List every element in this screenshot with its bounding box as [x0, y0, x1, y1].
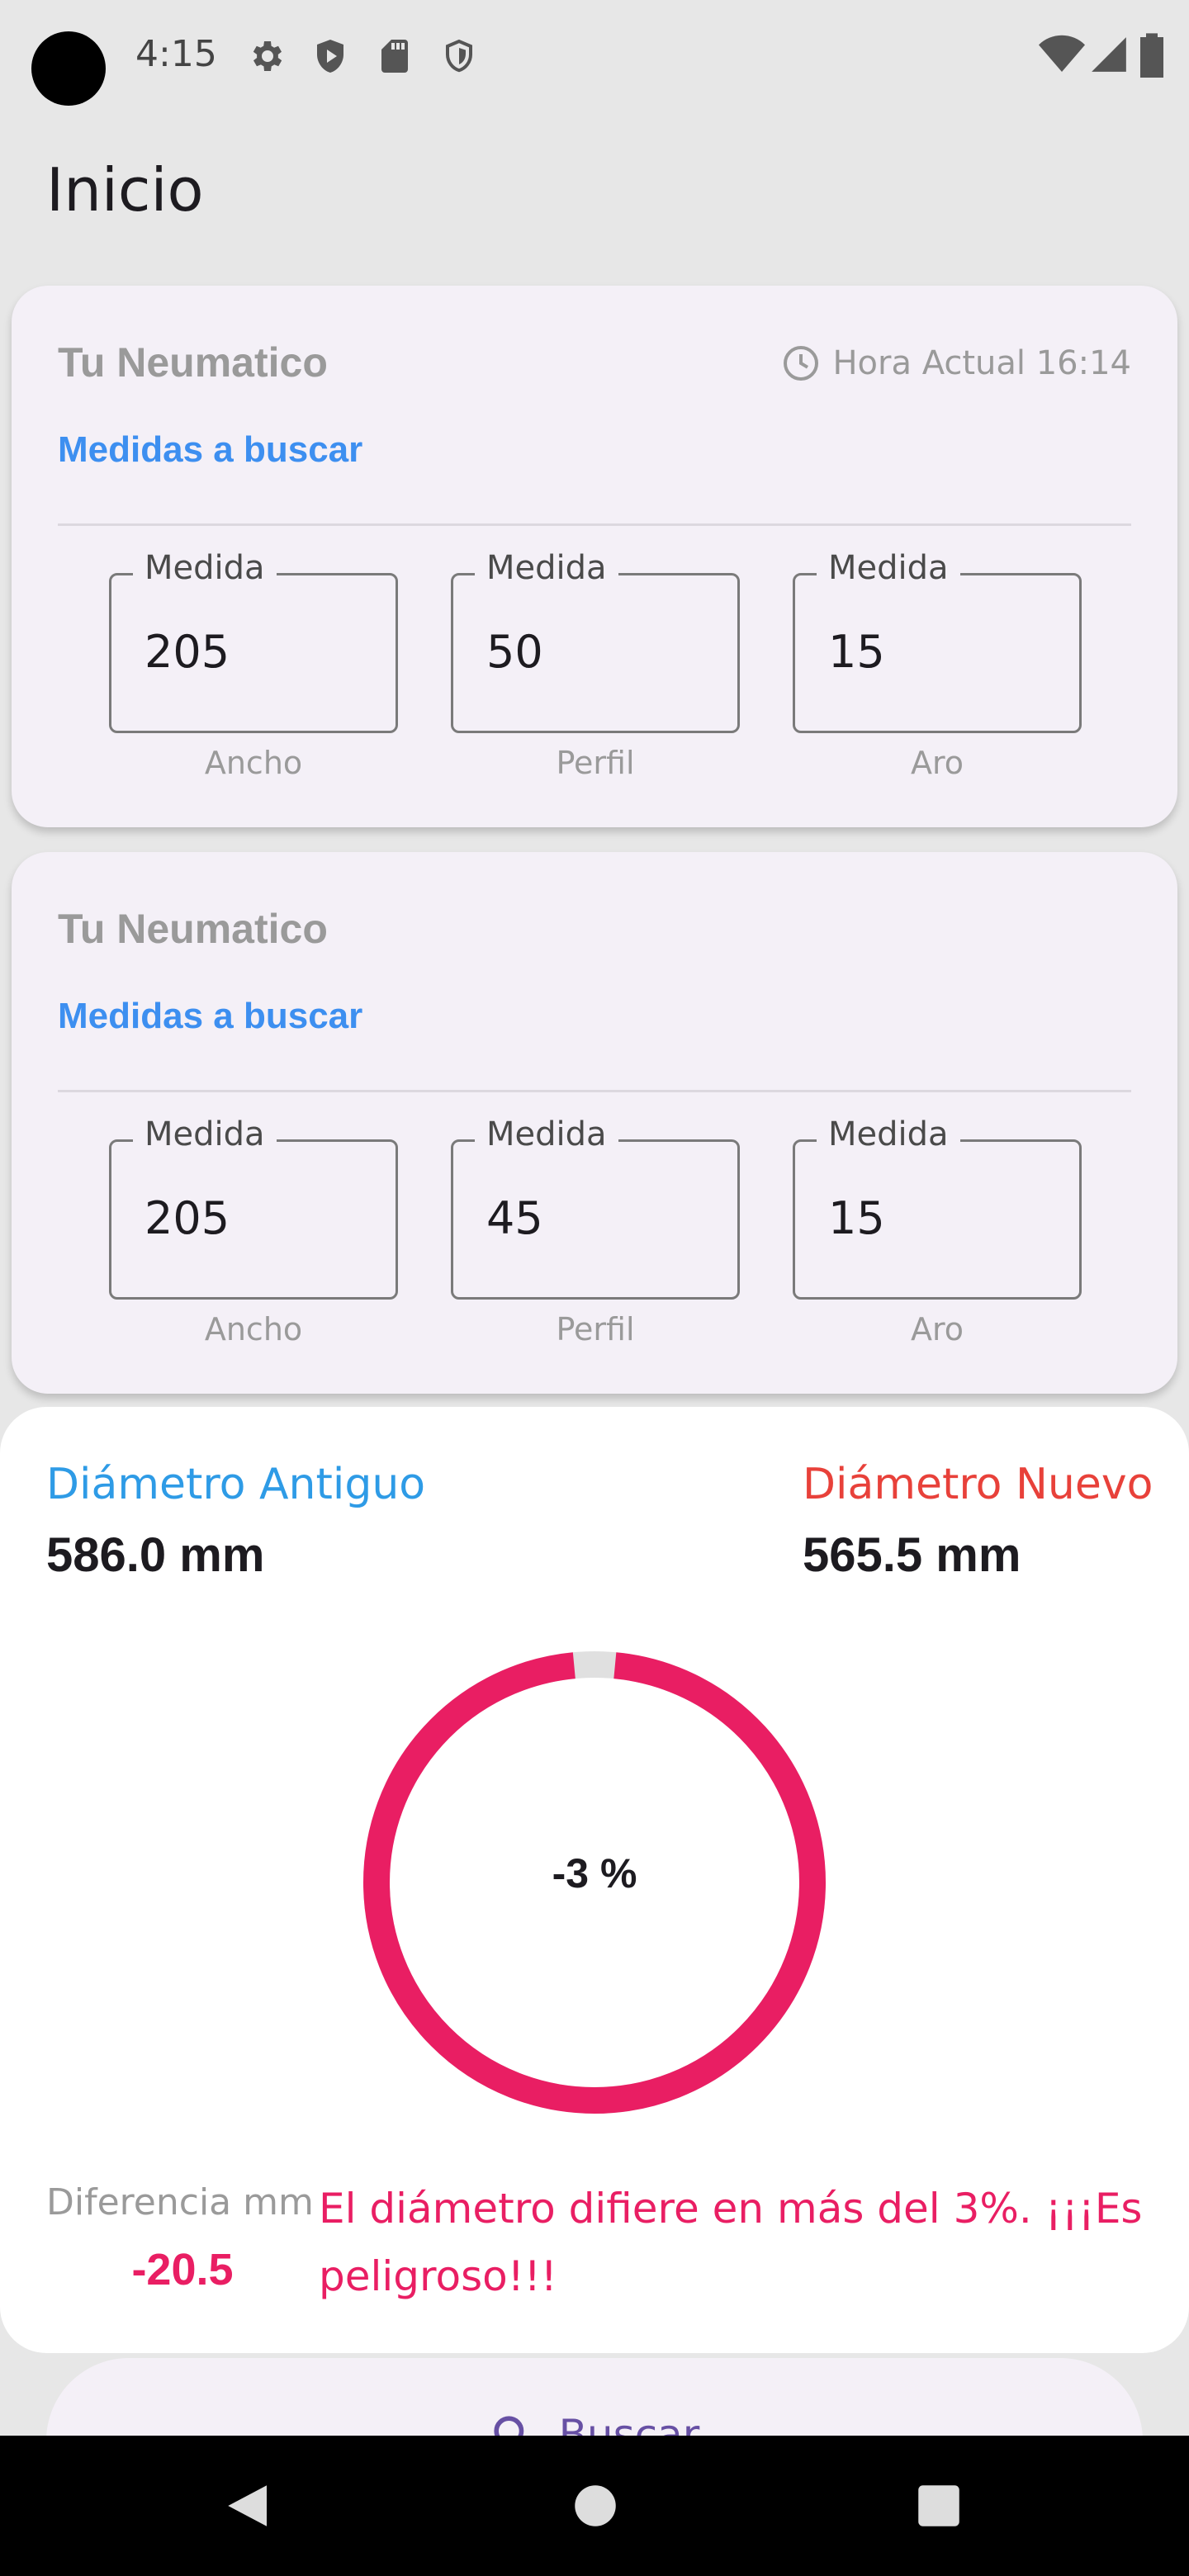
security-shield-icon [446, 39, 472, 73]
recents-icon[interactable] [912, 2479, 966, 2533]
perfil-helper: Perfil [556, 1311, 635, 1347]
ancho-field[interactable]: Medida [109, 1115, 398, 1300]
difference-label: Diferencia mm [46, 2181, 314, 2223]
new-diameter-label: Diámetro Nuevo [803, 1460, 1153, 1509]
current-time-label: Hora Actual 16:14 [781, 343, 1131, 383]
card-title: Tu Neumatico [58, 339, 328, 386]
result-card: Diámetro Antiguo 586.0 mm Diámetro Nuevo… [0, 1407, 1189, 2353]
clock-icon [784, 346, 819, 381]
difference-value: -20.5 [131, 2245, 234, 2294]
field-label: Medida [817, 1115, 960, 1153]
tire-card-original: Tu Neumatico Hora Actual 16:14 Medidas a… [12, 286, 1177, 827]
status-bar: 4:15 [0, 0, 1189, 116]
back-icon[interactable] [221, 2479, 276, 2533]
gauge-percent: -3 % [552, 1850, 637, 1896]
aro-input[interactable] [828, 1185, 1059, 1251]
ancho-field[interactable]: Medida [109, 549, 398, 733]
shield-play-icon [317, 40, 343, 73]
aro-field[interactable]: Medida [793, 549, 1082, 733]
settings-icon [253, 41, 282, 71]
field-label: Medida [133, 1115, 277, 1153]
aro-helper: Aro [910, 1311, 964, 1347]
sd-card-icon [381, 40, 408, 73]
card-subtitle: Medidas a buscar [58, 429, 363, 470]
perfil-helper: Perfil [556, 745, 635, 781]
ancho-input[interactable] [144, 618, 376, 684]
perfil-field[interactable]: Medida [451, 549, 740, 733]
warning-message: El diámetro difiere en más del 3%. ¡¡¡Es… [319, 2185, 1143, 2300]
perfil-input[interactable] [486, 1185, 718, 1251]
perfil-field[interactable]: Medida [451, 1115, 740, 1300]
ancho-helper: Ancho [204, 745, 303, 781]
card-subtitle: Medidas a buscar [58, 996, 363, 1036]
wifi-icon [1039, 35, 1085, 72]
field-label: Medida [475, 549, 618, 587]
camera-cutout [31, 31, 106, 106]
aro-input[interactable] [828, 618, 1059, 684]
field-label: Medida [133, 549, 277, 587]
battery-icon [1140, 33, 1163, 78]
ancho-input[interactable] [144, 1185, 376, 1251]
new-diameter-value: 565.5 mm [803, 1528, 1021, 1582]
status-time: 4:15 [135, 33, 217, 75]
aro-helper: Aro [910, 745, 964, 781]
aro-field[interactable]: Medida [793, 1115, 1082, 1300]
page-title: Inicio [46, 155, 204, 225]
field-label: Medida [475, 1115, 618, 1153]
tire-card-new: Tu Neumatico Medidas a buscar Medida Anc… [12, 852, 1177, 1394]
old-diameter-value: 586.0 mm [46, 1528, 265, 1582]
signal-icon [1092, 37, 1126, 72]
ancho-helper: Ancho [204, 1311, 303, 1347]
field-label: Medida [817, 549, 960, 587]
perfil-input[interactable] [486, 618, 718, 684]
divider [58, 1090, 1131, 1092]
divider [58, 523, 1131, 526]
old-diameter-label: Diámetro Antiguo [46, 1460, 426, 1509]
card-title: Tu Neumatico [58, 906, 328, 952]
current-time-text: Hora Actual 16:14 [832, 344, 1131, 382]
system-nav-bar [0, 2436, 1189, 2576]
home-icon[interactable] [568, 2479, 623, 2533]
